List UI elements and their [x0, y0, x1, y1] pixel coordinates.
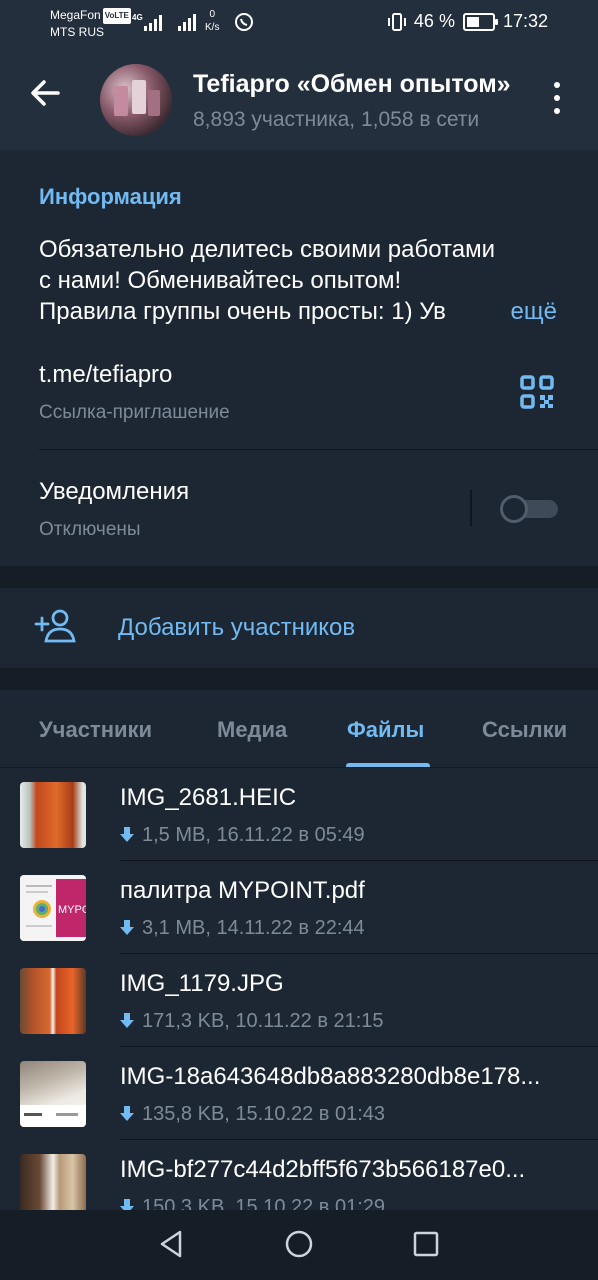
group-description[interactable]: Обязательно делитесь своими работами с н…	[39, 234, 569, 327]
file-name: палитра MYPOINT.pdf	[120, 877, 365, 904]
chat-subtitle: 8,893 участника, 1,058 в сети	[193, 108, 480, 131]
file-meta: 171,3 KB, 10.11.22 в 21:15	[120, 1010, 384, 1033]
separator	[470, 490, 472, 526]
notifications-label[interactable]: Уведомления	[39, 478, 189, 506]
recents-square-icon[interactable]	[410, 1228, 442, 1260]
file-thumbnail	[20, 968, 86, 1034]
tab-media[interactable]: Медиа	[217, 717, 287, 743]
read-more-link[interactable]: ещё	[506, 296, 557, 327]
home-circle-icon[interactable]	[283, 1228, 315, 1260]
section-gap	[0, 566, 598, 588]
add-members-button[interactable]: Добавить участников	[0, 588, 598, 668]
vibrate-icon	[387, 12, 406, 31]
battery-icon	[462, 12, 498, 31]
file-item[interactable]: IMG-18a643648db8a883280db8e178... 135,8 …	[0, 1047, 598, 1140]
back-triangle-icon[interactable]	[156, 1228, 188, 1260]
section-gap	[0, 668, 598, 690]
media-tabs: Участники Медиа Файлы Ссылки	[0, 690, 598, 768]
file-item[interactable]: IMG_1179.JPG 171,3 KB, 10.11.22 в 21:15	[0, 954, 598, 1047]
file-item[interactable]: MYPO палитра MYPOINT.pdf 3,1 MB, 14.11.2…	[0, 861, 598, 954]
file-thumbnail	[20, 1061, 86, 1127]
status-bar: MegaFon VoLTE MTS RUS 4G 0 K/s 46 % 17:32	[0, 0, 598, 46]
file-name: IMG-bf277c44d2bff5f673b566187e0...	[120, 1156, 526, 1183]
download-arrow-icon	[120, 920, 134, 935]
download-arrow-icon	[120, 827, 134, 842]
clock: 17:32	[502, 11, 548, 31]
file-name: IMG-18a643648db8a883280db8e178...	[120, 1063, 541, 1090]
file-item[interactable]: IMG_2681.HEIC 1,5 MB, 16.11.22 в 05:49	[0, 768, 598, 861]
file-name: IMG_2681.HEIC	[120, 784, 297, 811]
viber-icon	[235, 13, 253, 31]
carrier-info: MegaFon VoLTE MTS RUS	[50, 7, 131, 40]
file-name: IMG_1179.JPG	[120, 970, 284, 997]
notifications-toggle[interactable]	[500, 495, 558, 523]
back-arrow-icon[interactable]	[24, 71, 68, 115]
file-meta: 1,5 MB, 16.11.22 в 05:49	[120, 824, 365, 847]
more-menu-icon[interactable]	[540, 74, 576, 122]
invite-link[interactable]: t.me/tefiapro	[39, 361, 172, 389]
group-avatar[interactable]	[100, 64, 172, 136]
system-navigation-bar	[0, 1210, 598, 1280]
download-arrow-icon	[120, 1013, 134, 1028]
status-right: 46 % 17:32	[387, 11, 548, 32]
signal-icon-2	[178, 14, 196, 31]
file-meta: 3,1 MB, 14.11.22 в 22:44	[120, 917, 365, 940]
info-section: Информация Обязательно делитесь своими р…	[0, 150, 598, 566]
add-user-icon	[34, 609, 76, 643]
carrier-2: MTS RUS	[50, 25, 104, 39]
thumb-text: MYPO	[58, 904, 86, 916]
network-type: 4G	[132, 13, 143, 22]
download-arrow-icon	[120, 1106, 134, 1121]
divider	[39, 449, 598, 450]
file-thumbnail	[20, 782, 86, 848]
chat-header: Tefiapro «Обмен опытом» 8,893 участника,…	[0, 46, 598, 150]
invite-link-label: Ссылка-приглашение	[39, 402, 230, 423]
add-members-label: Добавить участников	[118, 614, 356, 641]
notifications-state: Отключены	[39, 519, 141, 540]
battery-percent: 46 %	[413, 11, 455, 31]
chat-title: Tefiapro «Обмен опытом»	[193, 70, 511, 98]
qr-code-icon[interactable]	[520, 375, 554, 409]
file-thumbnail: MYPO	[20, 875, 86, 941]
info-heading: Информация	[39, 184, 182, 209]
network-speed: 0 K/s	[205, 9, 220, 33]
volte-badge: VoLTE	[102, 8, 131, 24]
signal-icon-1: 4G	[132, 13, 162, 31]
tab-links[interactable]: Ссылки	[482, 717, 567, 743]
file-meta: 135,8 KB, 15.10.22 в 01:43	[120, 1103, 385, 1126]
carrier-1: MegaFon	[50, 8, 101, 22]
tab-files[interactable]: Файлы	[347, 717, 424, 743]
tab-members[interactable]: Участники	[39, 717, 152, 743]
